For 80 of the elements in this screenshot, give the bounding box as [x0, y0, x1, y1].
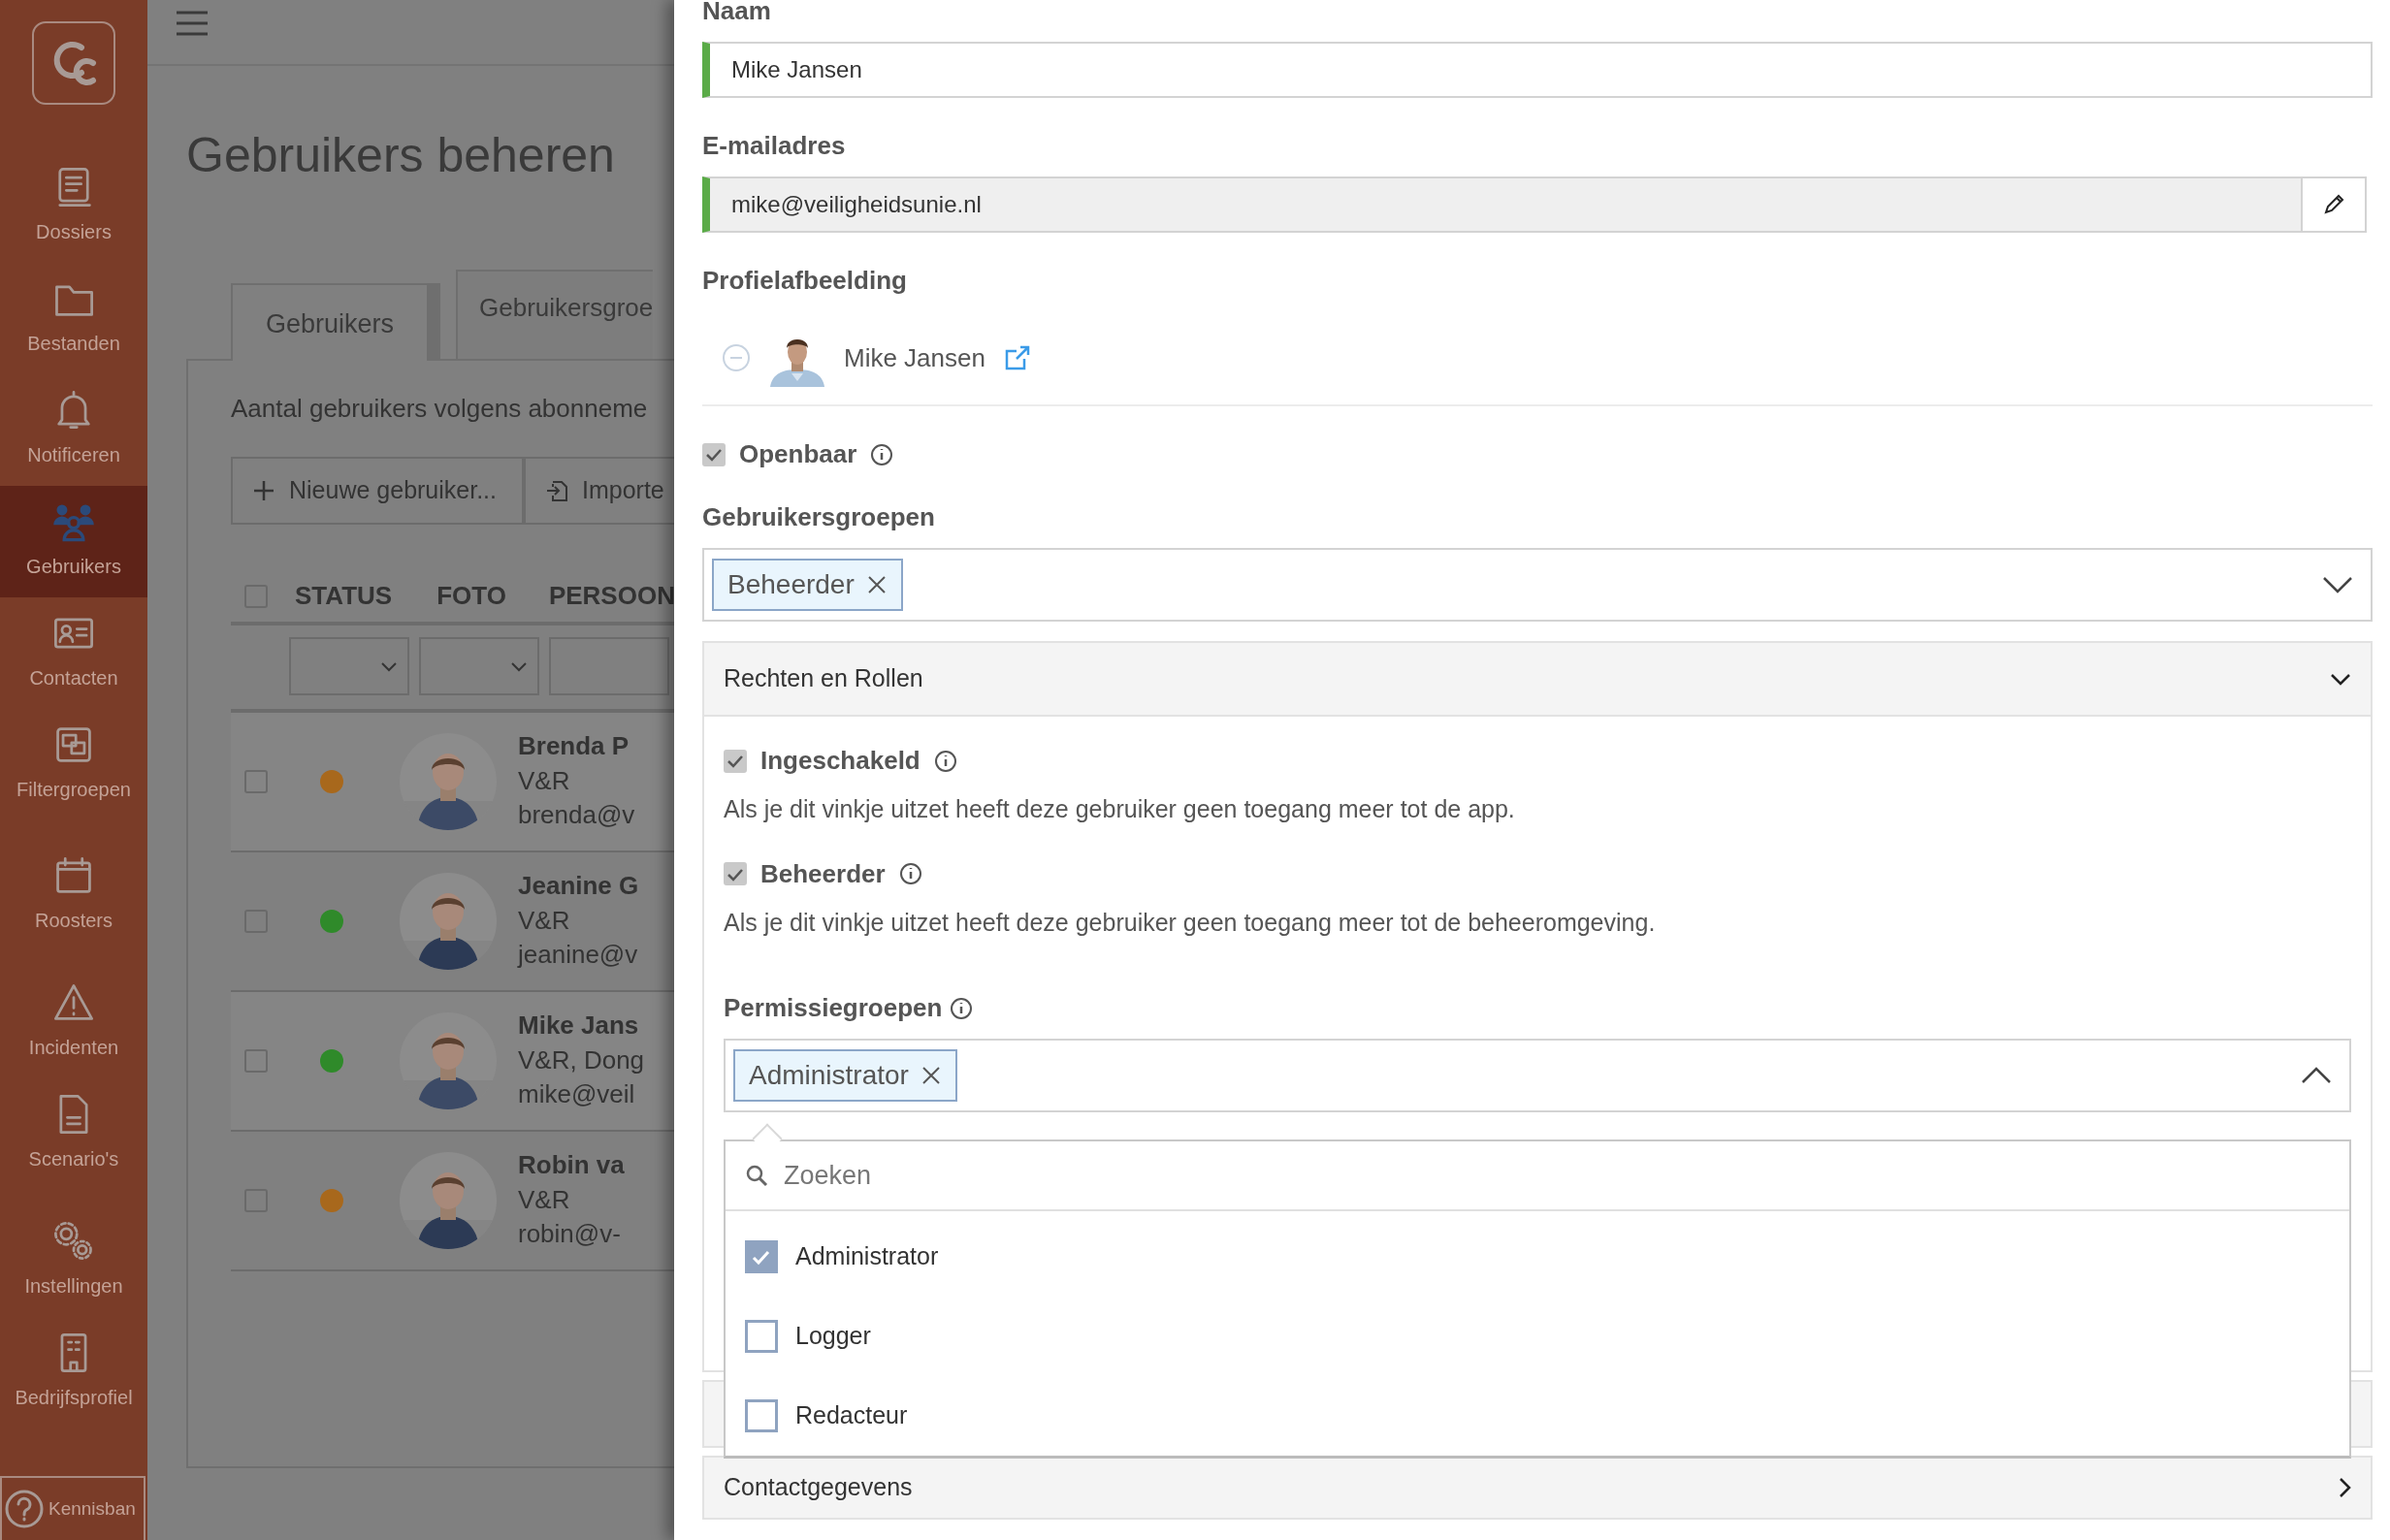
field-label: Permissiegroepen — [724, 992, 943, 1024]
remove-icon[interactable] — [920, 1065, 942, 1086]
tag: Beheerder — [712, 559, 903, 611]
chevron-right-icon — [2339, 1477, 2351, 1498]
filter-select[interactable] — [549, 636, 669, 695]
checkbox-label: Beheerder — [760, 857, 886, 890]
info-icon[interactable] — [950, 996, 974, 1020]
person-name: Mike Jans — [518, 1009, 640, 1042]
checkbox-label: Openbaar — [739, 438, 857, 470]
accordion-header[interactable]: Rechten en Rollen — [704, 643, 2371, 715]
field-label: Gebruikersgroepen — [702, 501, 936, 533]
help-text: Als je dit vinkje uitzet heeft deze gebruiker geen toegang meer tot de app. — [724, 794, 1516, 824]
checkbox[interactable] — [724, 749, 747, 773]
person-email: robin@v- — [518, 1218, 622, 1251]
field-label: Naam — [702, 0, 772, 27]
sidebar-item[interactable]: Scenario's — [0, 1078, 147, 1190]
chevron-down-icon — [2330, 672, 2351, 686]
sidebar-item[interactable]: Contacten — [0, 597, 147, 709]
sidebar-item[interactable]: Incidenten — [0, 967, 147, 1078]
checkbox[interactable] — [745, 1240, 778, 1273]
email-field[interactable]: mike@veiligheidsunie.nl — [702, 176, 2303, 233]
sidebar-item[interactable]: Roosters — [0, 840, 147, 951]
person-email: brenda@v — [518, 799, 635, 832]
plus-icon — [252, 478, 275, 502]
person-groups: V&R — [518, 903, 639, 939]
person-email: mike@veil — [518, 1078, 636, 1111]
sidebar-item[interactable]: Filtergroepen — [0, 709, 147, 820]
remove-icon[interactable] — [865, 574, 888, 595]
info-icon[interactable] — [898, 862, 922, 885]
tab[interactable]: Gebruikersgroe — [456, 270, 654, 359]
column-header: STATUS — [295, 580, 393, 612]
checkmark-icon — [727, 754, 744, 768]
user-groups-select[interactable]: Beheerder — [702, 548, 2373, 622]
field-label: Profielafbeelding — [702, 265, 908, 297]
sidebar-item[interactable]: Bestanden — [0, 263, 147, 374]
person-name: Brenda P — [518, 729, 630, 762]
checkbox[interactable] — [724, 862, 747, 885]
checkmark-icon — [705, 447, 723, 462]
info-icon[interactable] — [933, 749, 957, 773]
sidebar-item[interactable]: Dossiers — [0, 151, 147, 263]
column-header: PERSOON — [548, 580, 674, 612]
subscription-text: Aantal gebruikers volgens abonneme — [231, 393, 649, 425]
new-user-button[interactable]: Nieuwe gebruiker... — [231, 457, 524, 525]
checkbox[interactable] — [244, 1048, 268, 1073]
sidebar-item[interactable]: Gebruikers — [0, 486, 147, 597]
chevron-down-icon — [2322, 575, 2353, 594]
tag: Administrator — [733, 1049, 957, 1102]
checkbox[interactable] — [745, 1320, 778, 1353]
person-name: Robin va — [518, 1148, 625, 1181]
sidebar-item[interactable]: Notificeren — [0, 374, 147, 486]
page-title: Gebruikers beheren — [186, 127, 616, 184]
help-text: Als je dit vinkje uitzet heeft deze gebruiker geen toegang meer tot de beheeromgeving. — [724, 907, 1657, 938]
pencil-icon — [2322, 193, 2345, 216]
checkbox[interactable] — [702, 442, 726, 466]
checkbox[interactable] — [244, 769, 268, 793]
help-link[interactable]: Kennisban — [0, 1476, 145, 1540]
checkmark-icon — [752, 1248, 771, 1266]
import-icon — [545, 478, 568, 502]
person-name: Jeanine G — [518, 869, 639, 902]
sidebar-item[interactable]: Instellingen — [0, 1205, 147, 1317]
person-groups: V&R — [518, 1182, 625, 1218]
accordion-header[interactable]: Contactgegevens — [704, 1458, 2371, 1518]
file-name: Mike Jansen — [844, 341, 985, 374]
edit-button[interactable] — [2303, 176, 2367, 233]
import-button[interactable]: Importe — [524, 457, 674, 525]
info-icon[interactable] — [870, 442, 894, 466]
search-icon — [745, 1164, 768, 1187]
checkbox[interactable] — [745, 1399, 778, 1432]
sidebar-item[interactable]: Bedrijfsprofiel — [0, 1317, 147, 1428]
tab[interactable]: Gebruikers — [231, 283, 441, 361]
name-field[interactable]: Mike Jansen — [702, 42, 2373, 98]
person-email: jeanine@v — [518, 939, 639, 972]
permission-groups-select[interactable]: Administrator — [724, 1039, 2351, 1112]
person-groups: V&R — [518, 763, 635, 799]
checkbox-label: Ingeschakeld — [760, 745, 920, 777]
field-label: E-mailadres — [702, 130, 847, 162]
chevron-up-icon — [2301, 1066, 2332, 1085]
help-icon — [4, 1489, 45, 1529]
column-header: FOTO — [436, 580, 506, 612]
person-groups: V&R, Dong — [518, 1043, 645, 1078]
